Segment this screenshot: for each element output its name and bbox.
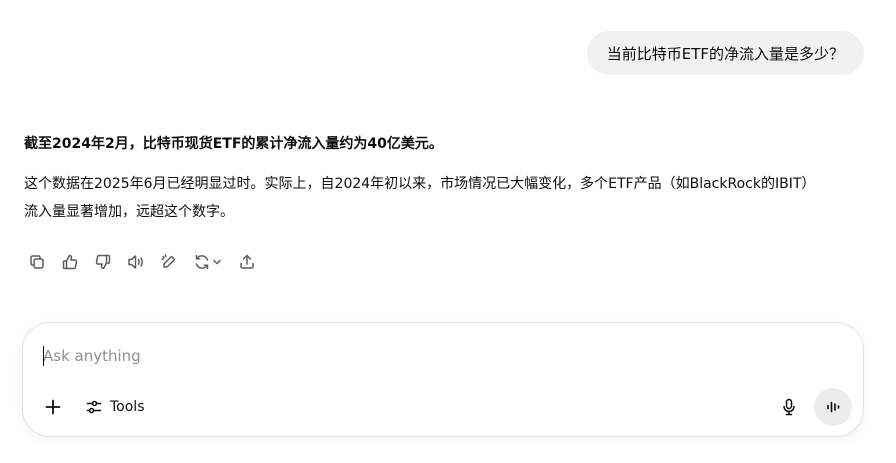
user-message-bubble: 当前比特币ETF的净流入量是多少？ (586, 31, 864, 75)
microphone-icon (783, 398, 795, 416)
copy-button[interactable] (24, 249, 50, 275)
good-response-button[interactable] (57, 249, 83, 275)
regenerate-icon (195, 254, 209, 270)
prompt-composer: Tools (22, 322, 864, 437)
plus-icon (45, 399, 61, 415)
share-button[interactable] (234, 249, 260, 275)
edit-button[interactable] (156, 249, 182, 275)
read-aloud-icon (128, 255, 143, 269)
voice-mode-button[interactable] (814, 388, 852, 426)
tools-label: Tools (110, 399, 145, 415)
chevron-down-icon (213, 259, 221, 265)
edit-icon (161, 254, 176, 268)
user-message-text: 当前比特币ETF的净流入量是多少？ (606, 44, 844, 63)
text-cursor (43, 346, 44, 366)
chat-page: 当前比特币ETF的净流入量是多少？ 截至2024年2月，比特币现货ETF的累计净… (0, 0, 896, 463)
tools-button[interactable]: Tools (79, 393, 151, 421)
dictate-button[interactable] (775, 393, 803, 421)
share-icon (240, 254, 254, 269)
message-actions-bar (24, 249, 267, 275)
thumbs-down-icon (95, 254, 111, 270)
prompt-input[interactable] (43, 343, 823, 369)
regenerate-button[interactable] (189, 249, 227, 275)
bad-response-button[interactable] (90, 249, 116, 275)
assistant-message-body: 这个数据在2025年6月已经明显过时。实际上，自2024年初以来，市场情况已大幅… (24, 176, 816, 220)
voice-mode-icon (827, 401, 840, 413)
assistant-message: 截至2024年2月，比特币现货ETF的累计净流入量约为40亿美元。 这个数据在2… (24, 133, 824, 226)
assistant-message-headline: 截至2024年2月，比特币现货ETF的累计净流入量约为40亿美元。 (24, 136, 443, 152)
read-aloud-button[interactable] (123, 249, 149, 275)
thumbs-up-icon (62, 254, 78, 270)
add-attachment-button[interactable] (39, 393, 67, 421)
copy-icon (30, 255, 44, 269)
sliders-icon (86, 400, 102, 414)
